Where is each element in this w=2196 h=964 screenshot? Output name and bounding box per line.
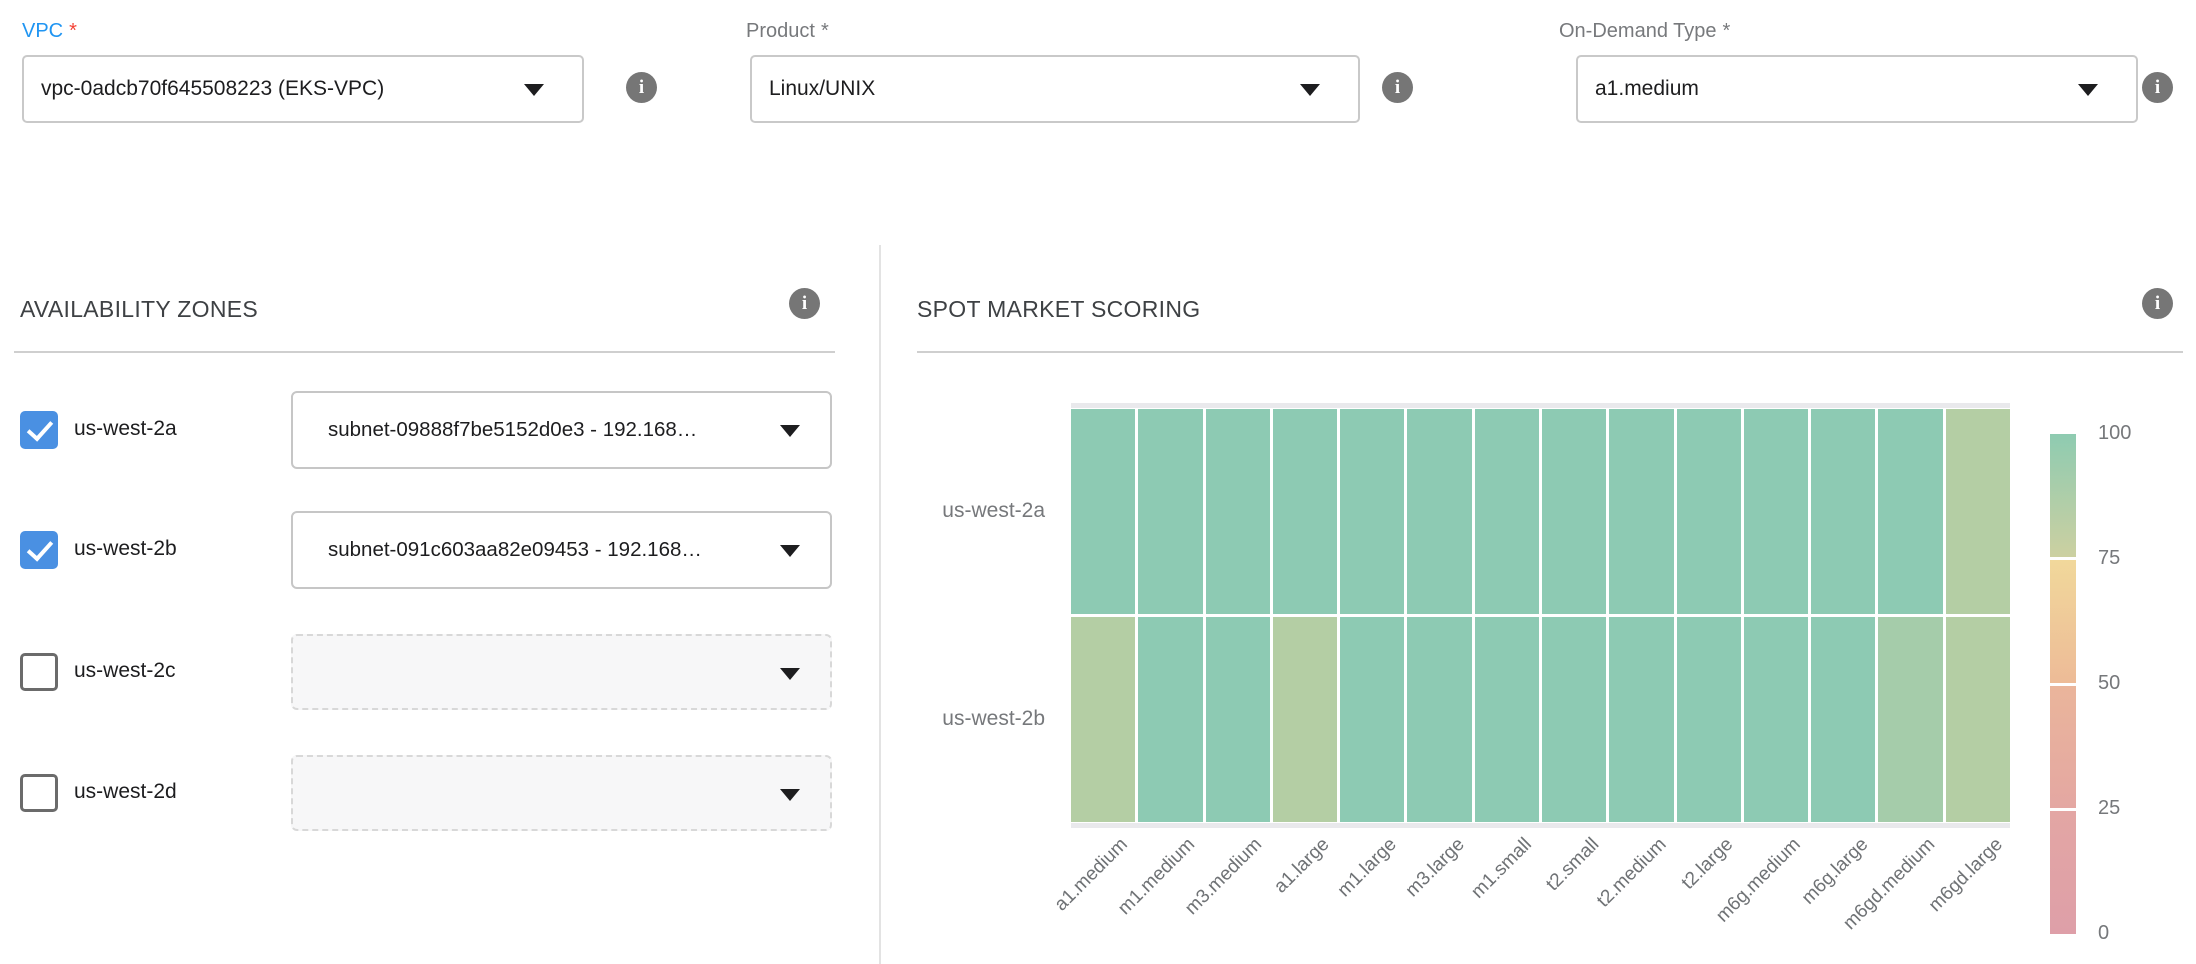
vpc-info-icon[interactable]: i bbox=[626, 72, 657, 103]
heatmap-cell bbox=[1071, 409, 1135, 614]
subnet-caret-down-icon bbox=[780, 789, 800, 801]
heatmap-cell bbox=[1811, 409, 1875, 614]
heatmap-cell bbox=[1475, 617, 1539, 822]
subnet-select-us-west-2d[interactable] bbox=[291, 755, 832, 831]
heatmap-top-border bbox=[1071, 403, 2010, 408]
zone-label-us-west-2d: us-west-2d bbox=[74, 780, 177, 804]
heatmap-cell bbox=[1407, 409, 1471, 614]
subnet-select-value-us-west-2c bbox=[328, 636, 768, 710]
heatmap-cell bbox=[1340, 617, 1404, 822]
heatmap-cell bbox=[1542, 409, 1606, 614]
subnet-select-value-us-west-2b: subnet-091c603aa82e09453 - 192.168… bbox=[328, 513, 768, 587]
legend-tick-label: 100 bbox=[2098, 422, 2131, 445]
heatmap-cell bbox=[1340, 409, 1404, 614]
legend-colorbar-segment bbox=[2050, 434, 2076, 557]
vpc-select[interactable]: vpc-0adcb70f645508223 (EKS-VPC) bbox=[22, 55, 584, 123]
availability-zones-info-icon[interactable]: i bbox=[789, 288, 820, 319]
vpc-field-label: VPC * bbox=[22, 20, 77, 43]
heatmap-cell bbox=[1878, 617, 1942, 822]
subnet-select-value-us-west-2d bbox=[328, 757, 768, 831]
heatmap-cell bbox=[1878, 409, 1942, 614]
heatmap-cell bbox=[1542, 617, 1606, 822]
on-demand-type-caret-down-icon bbox=[2078, 84, 2098, 96]
product-select[interactable]: Linux/UNIX bbox=[750, 55, 1360, 123]
on-demand-type-info-icon[interactable]: i bbox=[2142, 72, 2173, 103]
vpc-label-text: VPC bbox=[22, 20, 63, 42]
on-demand-type-required-asterisk: * bbox=[1723, 20, 1731, 42]
heatmap-cell bbox=[1946, 409, 2010, 614]
heatmap-cell bbox=[1744, 617, 1808, 822]
heatmap-cell bbox=[1946, 617, 2010, 822]
zone-checkbox-us-west-2c[interactable] bbox=[20, 653, 58, 691]
product-field-label: Product * bbox=[746, 20, 829, 43]
legend-tick-label: 0 bbox=[2098, 922, 2109, 945]
heatmap-column-label: a1.large bbox=[1270, 834, 1334, 898]
spot-market-scoring-info-icon[interactable]: i bbox=[2142, 288, 2173, 319]
heatmap-bottom-border bbox=[1071, 823, 2010, 828]
spot-market-scoring-title: SPOT MARKET SCORING bbox=[917, 296, 1200, 323]
legend-colorbar-segment bbox=[2050, 811, 2076, 934]
spot-console-screen: VPC * vpc-0adcb70f645508223 (EKS-VPC) i P… bbox=[0, 0, 2196, 964]
heatmap-cell bbox=[1138, 409, 1202, 614]
product-required-asterisk: * bbox=[821, 20, 829, 42]
product-label-text: Product bbox=[746, 20, 815, 42]
heatmap-cell bbox=[1407, 617, 1471, 822]
zone-label-us-west-2c: us-west-2c bbox=[74, 659, 176, 683]
heatmap-cell bbox=[1273, 617, 1337, 822]
heatmap-cell bbox=[1609, 409, 1673, 614]
spot-market-scoring-divider bbox=[917, 351, 2183, 353]
heatmap bbox=[1071, 409, 2010, 822]
product-info-icon[interactable]: i bbox=[1382, 72, 1413, 103]
legend-colorbar-segment bbox=[2050, 560, 2076, 683]
subnet-caret-down-icon bbox=[780, 668, 800, 680]
subnet-select-us-west-2b[interactable]: subnet-091c603aa82e09453 - 192.168… bbox=[291, 511, 832, 589]
subnet-select-value-us-west-2a: subnet-09888f7be5152d0e3 - 192.168… bbox=[328, 393, 768, 467]
subnet-caret-down-icon bbox=[780, 545, 800, 557]
heatmap-column-label: t2.medium bbox=[1593, 834, 1671, 912]
availability-zones-title: AVAILABILITY ZONES bbox=[20, 296, 258, 323]
legend-tick-label: 25 bbox=[2098, 797, 2120, 820]
vpc-caret-down-icon bbox=[524, 84, 544, 96]
heatmap-cell bbox=[1206, 409, 1270, 614]
zone-checkbox-us-west-2b[interactable] bbox=[20, 531, 58, 569]
heatmap-column-label: m3.large bbox=[1401, 834, 1469, 902]
zone-label-us-west-2b: us-west-2b bbox=[74, 537, 177, 561]
product-caret-down-icon bbox=[1300, 84, 1320, 96]
heatmap-cell bbox=[1677, 409, 1741, 614]
vpc-required-asterisk: * bbox=[69, 20, 77, 42]
section-vertical-divider bbox=[879, 245, 881, 964]
heatmap-cell bbox=[1138, 617, 1202, 822]
heatmap-row-label: us-west-2a bbox=[820, 499, 1045, 523]
on-demand-type-field-label: On-Demand Type * bbox=[1559, 20, 1730, 43]
zone-checkbox-us-west-2d[interactable] bbox=[20, 774, 58, 812]
heatmap-column-label: t2.large bbox=[1678, 834, 1738, 894]
heatmap-cell bbox=[1677, 617, 1741, 822]
heatmap-column-label: m1.large bbox=[1334, 834, 1402, 902]
heatmap-legend-colorbar bbox=[2050, 434, 2076, 934]
legend-colorbar-segment bbox=[2050, 686, 2076, 809]
subnet-select-us-west-2c[interactable] bbox=[291, 634, 832, 710]
vpc-select-value: vpc-0adcb70f645508223 (EKS-VPC) bbox=[41, 57, 384, 121]
on-demand-type-select-value: a1.medium bbox=[1595, 57, 1699, 121]
heatmap-cell bbox=[1206, 617, 1270, 822]
subnet-select-us-west-2a[interactable]: subnet-09888f7be5152d0e3 - 192.168… bbox=[291, 391, 832, 469]
heatmap-cell bbox=[1744, 409, 1808, 614]
heatmap-row-label: us-west-2b bbox=[820, 707, 1045, 731]
legend-tick-label: 75 bbox=[2098, 547, 2120, 570]
heatmap-cell bbox=[1071, 617, 1135, 822]
heatmap-cell bbox=[1273, 409, 1337, 614]
heatmap-cell bbox=[1609, 617, 1673, 822]
subnet-caret-down-icon bbox=[780, 425, 800, 437]
on-demand-type-label-text: On-Demand Type bbox=[1559, 20, 1717, 42]
heatmap-cell bbox=[1811, 617, 1875, 822]
on-demand-type-select[interactable]: a1.medium bbox=[1576, 55, 2138, 123]
legend-tick-label: 50 bbox=[2098, 672, 2120, 695]
heatmap-column-label: t2.small bbox=[1542, 834, 1604, 896]
heatmap-cell bbox=[1475, 409, 1539, 614]
heatmap-column-label: m1.small bbox=[1467, 834, 1536, 903]
zone-label-us-west-2a: us-west-2a bbox=[74, 417, 177, 441]
product-select-value: Linux/UNIX bbox=[769, 57, 875, 121]
zone-checkbox-us-west-2a[interactable] bbox=[20, 411, 58, 449]
availability-zones-divider bbox=[14, 351, 835, 353]
